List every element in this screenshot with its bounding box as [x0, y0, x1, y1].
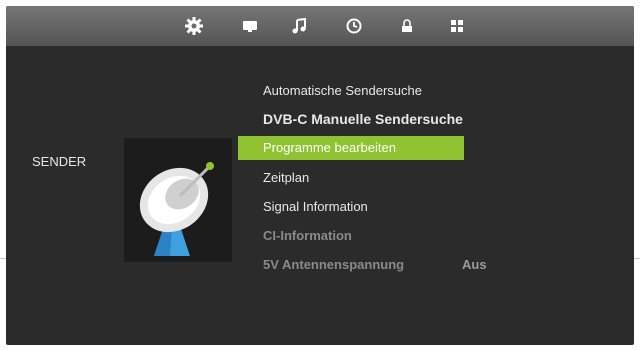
clock-icon[interactable] — [344, 16, 364, 36]
menu-item-manual-scan[interactable]: DVB-C Manuelle Sendersuche — [238, 105, 528, 134]
menu-item-label: 5V Antennenspannung — [263, 257, 405, 272]
grid-icon[interactable] — [447, 16, 467, 36]
settings-menu: Automatische Sendersuche DVB-C Manuelle … — [238, 76, 528, 279]
lock-icon[interactable] — [397, 16, 417, 36]
section-label: SENDER — [32, 154, 87, 169]
menu-top-bar — [6, 6, 634, 46]
menu-item-ci-info: CI-Information — [238, 221, 528, 250]
menu-item-label: Signal Information — [263, 199, 368, 214]
menu-item-auto-scan[interactable]: Automatische Sendersuche — [238, 76, 528, 105]
gear-icon[interactable] — [184, 16, 204, 36]
menu-item-label: DVB-C Manuelle Sendersuche — [263, 111, 463, 127]
menu-item-edit-programs[interactable]: Programme bearbeiten — [238, 136, 464, 160]
menu-item-label: Zeitplan — [263, 170, 310, 185]
menu-item-schedule[interactable]: Zeitplan — [238, 163, 528, 192]
antenna-power-value: Aus — [462, 257, 487, 272]
menu-item-label: Automatische Sendersuche — [263, 83, 422, 98]
menu-item-signal-info[interactable]: Signal Information — [238, 192, 528, 221]
music-note-icon[interactable] — [289, 16, 309, 36]
menu-item-antenna-power: 5V Antennenspannung Aus — [238, 250, 528, 279]
satellite-dish-icon — [124, 138, 232, 262]
menu-item-label: Programme bearbeiten — [263, 140, 396, 155]
tv-icon[interactable] — [240, 16, 260, 36]
menu-item-label: CI-Information — [263, 228, 352, 243]
tv-menu-screen: SENDER Automatische Sendersuche DVB-C Ma… — [6, 6, 634, 345]
